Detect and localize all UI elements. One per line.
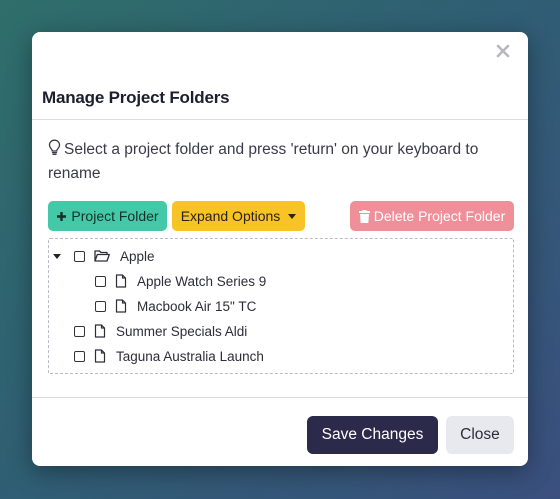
file-icon xyxy=(94,349,106,363)
tree-item-apple[interactable]: Apple xyxy=(74,246,155,266)
tree-item-checkbox[interactable] xyxy=(74,250,85,262)
file-icon xyxy=(115,274,127,288)
close-button[interactable]: Close xyxy=(446,416,514,454)
plus-icon xyxy=(57,211,67,221)
tree-item-label: Apple xyxy=(120,248,155,264)
hint-text: Select a project folder and press 'retur… xyxy=(48,138,518,186)
file-icon xyxy=(94,324,106,338)
delete-project-folder-label: Delete Project Folder xyxy=(373,208,506,224)
add-project-folder-button[interactable]: Project Folder xyxy=(48,201,167,231)
tree-item-label: Apple Watch Series 9 xyxy=(137,273,267,289)
manage-folders-dialog: Manage Project Folders Select a project … xyxy=(32,32,528,466)
folder-tree: Apple Apple Watch Series 9 Macbook Air 1… xyxy=(48,238,514,374)
delete-project-folder-button[interactable]: Delete Project Folder xyxy=(350,201,514,231)
tree-item-checkbox[interactable] xyxy=(95,275,106,287)
tree-item-checkbox[interactable] xyxy=(95,300,106,312)
tree-item-checkbox[interactable] xyxy=(74,350,85,362)
trash-icon xyxy=(358,209,370,223)
close-icon[interactable] xyxy=(494,42,512,60)
tree-item-label: Macbook Air 15" TC xyxy=(137,298,257,314)
lightbulb-icon xyxy=(48,139,61,155)
tree-item-checkbox[interactable] xyxy=(74,325,85,337)
file-icon xyxy=(115,299,127,313)
dialog-header: Manage Project Folders xyxy=(32,32,528,120)
tree-item-label: Taguna Australia Launch xyxy=(116,348,264,364)
expand-options-button[interactable]: Expand Options xyxy=(172,201,305,231)
save-changes-button[interactable]: Save Changes xyxy=(307,416,438,454)
collapse-toggle-icon[interactable] xyxy=(53,254,61,259)
dialog-body: Select a project folder and press 'retur… xyxy=(32,120,528,398)
chevron-down-icon xyxy=(288,213,297,219)
expand-options-label: Expand Options xyxy=(180,208,281,224)
tree-item-summer-specials[interactable]: Summer Specials Aldi xyxy=(74,321,247,341)
tree-item-apple-watch[interactable]: Apple Watch Series 9 xyxy=(95,271,266,291)
folder-open-icon xyxy=(94,250,110,262)
dialog-footer: Save Changes Close xyxy=(32,398,528,466)
tree-item-label: Summer Specials Aldi xyxy=(116,323,248,339)
tree-item-macbook-air[interactable]: Macbook Air 15" TC xyxy=(95,296,256,316)
tree-item-taguna[interactable]: Taguna Australia Launch xyxy=(74,346,264,366)
hint-label: Select a project folder and press 'retur… xyxy=(48,141,479,182)
dialog-title: Manage Project Folders xyxy=(42,88,230,107)
add-project-folder-label: Project Folder xyxy=(71,208,159,224)
